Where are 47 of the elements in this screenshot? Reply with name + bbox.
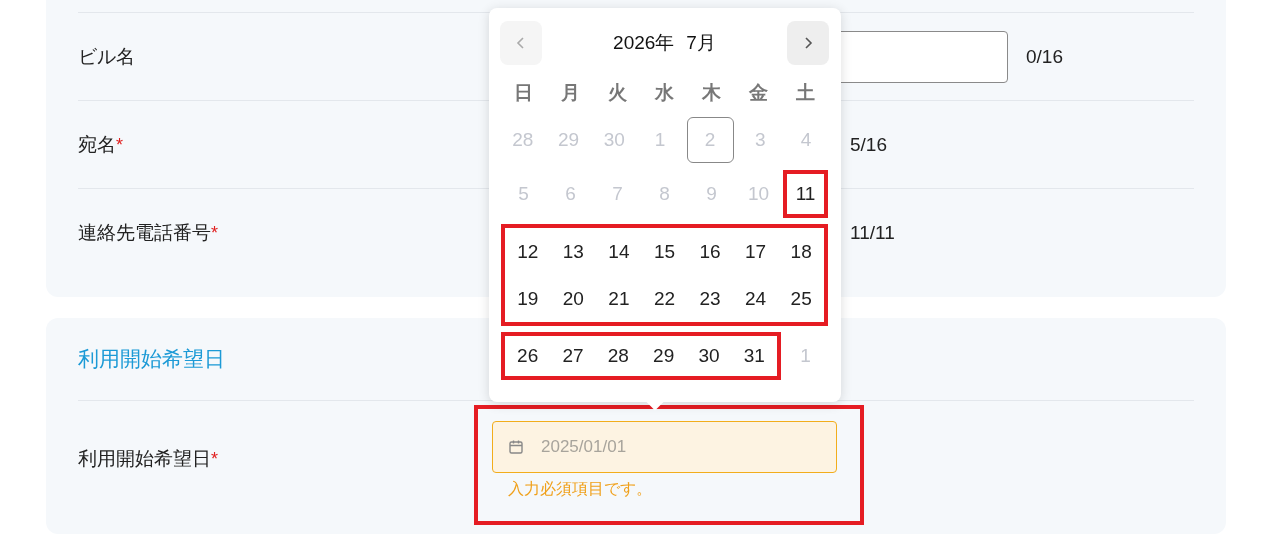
next-month-button[interactable] [787,21,829,65]
calendar-day[interactable]: 13 [554,232,593,271]
weekday-label: 日 [513,81,534,105]
calendar-icon [508,439,524,455]
character-counter: 5/16 [850,133,887,156]
calendar-day[interactable]: 20 [554,279,593,318]
weekday-label: 火 [607,81,628,105]
calendar-day[interactable]: 17 [736,232,775,271]
calendar-day[interactable]: 24 [736,279,775,318]
calendar-day[interactable]: 12 [508,232,547,271]
month-label: 7月 [686,31,716,55]
calendar-day[interactable]: 21 [599,279,638,318]
field-label: ビル名 [78,44,135,69]
calendar-day[interactable]: 22 [645,279,684,318]
weekday-label: 金 [748,81,769,105]
required-mark: * [211,449,218,470]
calendar-day[interactable]: 29 [644,337,683,375]
chevron-right-icon [802,35,814,51]
character-counter: 0/16 [1026,45,1063,68]
year-label: 2026年 [613,31,675,55]
calendar-day[interactable]: 25 [782,279,821,318]
weekday-label: 土 [795,81,816,105]
weekday-label: 木 [701,81,722,105]
section-title: 利用開始希望日 [78,346,225,372]
error-message: 入力必須項目です。 [507,479,653,499]
calendar-day[interactable]: 18 [782,232,821,271]
calendar-day[interactable]: 16 [691,232,730,271]
calendar-day[interactable]: 27 [554,337,592,375]
field-label: 連絡先電話番号 [78,220,211,245]
character-counter: 11/11 [850,221,895,244]
calendar-day[interactable]: 15 [645,232,684,271]
field-label: 利用開始希望日 [78,447,211,471]
calendar-day[interactable]: 14 [599,232,638,271]
required-mark: * [116,134,123,156]
calendar-day[interactable]: 11 [787,175,824,213]
required-mark: * [211,222,218,244]
calendar-day[interactable]: 26 [508,337,547,375]
calendar-day[interactable]: 30 [689,337,728,375]
chevron-left-icon [515,35,527,51]
weekday-label: 水 [653,81,675,105]
calendar-day[interactable]: 19 [508,279,547,318]
calendar-day[interactable]: 23 [691,279,730,318]
weekday-label: 月 [560,81,581,105]
date-field[interactable]: 2025/01/01 [492,421,837,473]
field-label: 宛名 [78,132,116,157]
calendar-day[interactable]: 31 [735,337,774,375]
calendar-day[interactable]: 28 [599,337,638,375]
